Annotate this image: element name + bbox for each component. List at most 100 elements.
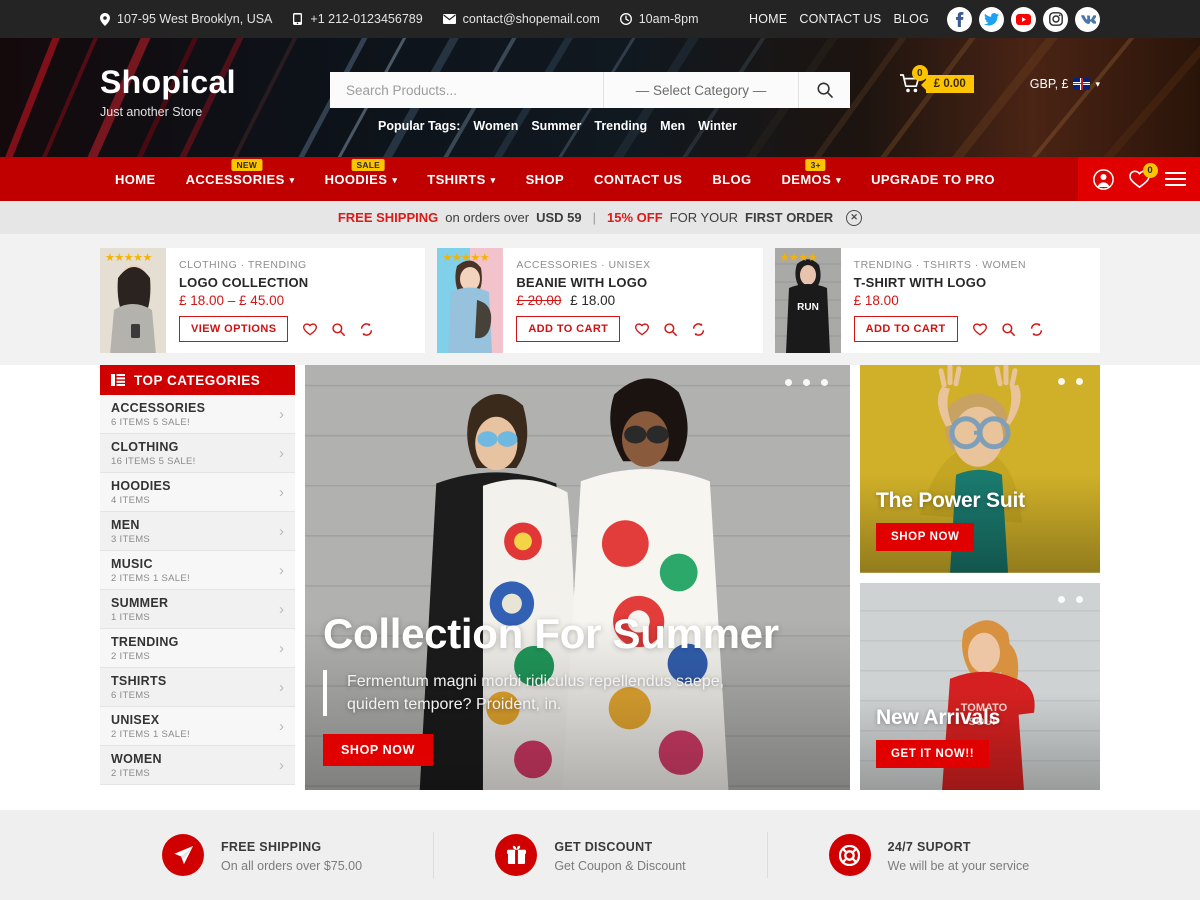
social-links xyxy=(947,6,1100,32)
nav-item-demos[interactable]: 3+ DEMOS ▾ xyxy=(766,157,856,201)
product-info: TRENDING · TSHIRTS · WOMEN T-SHIRT WITH … xyxy=(841,248,1100,353)
hero-dot[interactable] xyxy=(803,379,810,386)
compare-icon[interactable] xyxy=(360,322,373,336)
wishlist-icon[interactable]: 0 xyxy=(1128,162,1158,189)
tag-summer[interactable]: Summer xyxy=(531,119,581,133)
chevron-right-icon: › xyxy=(279,483,284,501)
banner-shop-now-button[interactable]: SHOP NOW xyxy=(876,522,975,551)
hero-description: Fermentum magni morbi ridiculus repellen… xyxy=(323,669,753,716)
product-categories: TRENDING · TSHIRTS · WOMEN xyxy=(853,259,1027,271)
product-name[interactable]: LOGO COLLECTION xyxy=(179,275,413,290)
hero-dot[interactable] xyxy=(785,379,792,386)
tag-women[interactable]: Women xyxy=(473,119,518,133)
account-icon[interactable] xyxy=(1092,168,1114,190)
product-card[interactable]: ★★★★★ SALE! CLOTHING · TRENDING LOGO COL… xyxy=(100,248,426,353)
banner-slider-dots xyxy=(1058,595,1083,603)
category-item-accessories[interactable]: ACCESSORIES 6 ITEMS 5 SALE! › xyxy=(100,395,295,434)
brand-block[interactable]: Shopical Just another Store xyxy=(100,66,330,119)
nav-label: HOODIES xyxy=(324,171,388,187)
product-actions: VIEW OPTIONS xyxy=(179,316,413,342)
hamburger-menu-icon[interactable] xyxy=(1164,171,1186,187)
vk-icon[interactable] xyxy=(1075,6,1100,32)
nav-item-blog[interactable]: BLOG xyxy=(697,157,766,201)
search-submit-button[interactable] xyxy=(798,72,850,108)
top-categories-header: TOP CATEGORIES xyxy=(100,365,295,395)
top-link-blog[interactable]: BLOG xyxy=(893,12,929,26)
banner-dot[interactable] xyxy=(1076,595,1083,603)
hero-shop-now-button[interactable]: SHOP NOW xyxy=(323,734,434,766)
chevron-down-icon: ▾ xyxy=(490,174,496,185)
product-thumbnail[interactable]: RUN ★★★★ xyxy=(774,248,841,353)
tag-men[interactable]: Men xyxy=(660,119,685,133)
product-card[interactable]: RUN ★★★★ TRENDING · TSHIRTS · WOMEN T-SH… xyxy=(774,248,1100,353)
category-item-music[interactable]: MUSIC 2 ITEMS 1 SALE! › xyxy=(100,551,295,590)
product-thumbnail[interactable]: ★★★★★ SALE! xyxy=(437,248,504,353)
category-item-clothing[interactable]: CLOTHING 16 ITEMS 5 SALE! › xyxy=(100,434,295,473)
chevron-down-icon: ▾ xyxy=(289,174,295,185)
banner-power-suit[interactable]: The Power Suit SHOP NOW xyxy=(860,365,1100,573)
product-card[interactable]: ★★★★★ SALE! ACCESSORIES · UNISEX BEANIE … xyxy=(437,248,763,353)
chevron-right-icon: › xyxy=(279,639,284,657)
twitter-icon[interactable] xyxy=(979,6,1004,32)
category-item-trending[interactable]: TRENDING 2 ITEMS › xyxy=(100,629,295,668)
wishlist-icon[interactable] xyxy=(303,322,318,336)
top-link-home[interactable]: HOME xyxy=(749,12,787,26)
wishlist-icon[interactable] xyxy=(972,322,987,336)
banner-get-it-now-button[interactable]: GET IT NOW!! xyxy=(876,740,990,768)
view-options-button[interactable]: VIEW OPTIONS xyxy=(179,316,289,342)
compare-icon[interactable] xyxy=(692,322,705,336)
product-actions: ADD TO CART xyxy=(853,316,1088,342)
hero-dot[interactable] xyxy=(821,379,828,386)
nav-label: UPGRADE TO PRO xyxy=(871,171,995,187)
hero-slider[interactable]: Collection For Summer Fermentum magni mo… xyxy=(305,365,850,790)
tag-trending[interactable]: Trending xyxy=(594,119,647,133)
add-to-cart-button[interactable]: ADD TO CART xyxy=(516,316,621,342)
nav-item-accessories[interactable]: NEW ACCESSORIES ▾ xyxy=(171,157,310,201)
quick-view-icon[interactable] xyxy=(1001,322,1015,336)
chevron-down-icon: ▾ xyxy=(1095,79,1100,89)
banner-dot[interactable] xyxy=(1058,378,1065,385)
search-input[interactable] xyxy=(330,72,603,108)
instagram-icon[interactable] xyxy=(1043,6,1068,32)
category-item-hoodies[interactable]: HOODIES 4 ITEMS › xyxy=(100,473,295,512)
product-thumbnail[interactable]: ★★★★★ SALE! xyxy=(100,248,166,353)
clock-icon xyxy=(619,13,632,25)
category-item-men[interactable]: MEN 3 ITEMS › xyxy=(100,512,295,551)
category-item-unisex[interactable]: UNISEX 2 ITEMS 1 SALE! › xyxy=(100,707,295,746)
banner-dot[interactable] xyxy=(1076,378,1083,385)
close-icon[interactable]: ✕ xyxy=(846,209,863,226)
paper-plane-icon xyxy=(162,834,204,876)
nav-item-home[interactable]: HOME xyxy=(100,157,171,201)
currency-selector[interactable]: GBP, £ ▾ xyxy=(1030,77,1100,91)
category-meta: 2 ITEMS xyxy=(111,767,151,779)
wishlist-icon[interactable] xyxy=(635,322,650,336)
tag-winter[interactable]: Winter xyxy=(698,119,737,133)
quick-view-icon[interactable] xyxy=(332,322,346,336)
cart-widget[interactable]: 0 £ 0.00 xyxy=(899,65,974,93)
nav-item-contact-us[interactable]: CONTACT US xyxy=(579,157,697,201)
compare-icon[interactable] xyxy=(1030,322,1043,336)
product-info: ACCESSORIES · UNISEX BEANIE WITH LOGO £ … xyxy=(503,248,762,353)
category-item-women[interactable]: WOMEN 2 ITEMS › xyxy=(100,746,295,785)
nav-item-tshirts[interactable]: TSHIRTS ▾ xyxy=(412,157,510,201)
category-item-summer[interactable]: SUMMER 1 ITEMS › xyxy=(100,590,295,629)
top-bar: 107-95 West Brooklyn, USA +1 212-0123456… xyxy=(0,0,1200,38)
nav-item-hoodies[interactable]: SALE HOODIES ▾ xyxy=(310,157,413,201)
category-select[interactable]: — Select Category — xyxy=(603,72,798,108)
top-link-contact-us[interactable]: CONTACT US xyxy=(799,12,881,26)
hero-content: Collection For Summer Fermentum magni mo… xyxy=(323,611,779,766)
facebook-icon[interactable] xyxy=(947,6,972,32)
category-item-tshirts[interactable]: TSHIRTS 6 ITEMS › xyxy=(100,668,295,707)
nav-item-upgrade-to-pro[interactable]: UPGRADE TO PRO xyxy=(856,157,1010,201)
nav-item-shop[interactable]: SHOP xyxy=(511,157,579,201)
banner-new-arrivals[interactable]: TOMATO SOUP New Arrivals GET IT NOW!! xyxy=(860,582,1100,790)
add-to-cart-button[interactable]: ADD TO CART xyxy=(853,316,958,342)
category-meta: 16 ITEMS 5 SALE! xyxy=(111,455,196,467)
promo-text-2: FOR YOUR xyxy=(669,210,739,225)
product-name[interactable]: BEANIE WITH LOGO xyxy=(516,275,750,290)
youtube-icon[interactable] xyxy=(1011,6,1036,32)
quick-view-icon[interactable] xyxy=(664,322,678,336)
banner-dot[interactable] xyxy=(1058,595,1065,603)
search-bar: — Select Category — xyxy=(330,72,850,108)
product-name[interactable]: T-SHIRT WITH LOGO xyxy=(854,275,1088,290)
